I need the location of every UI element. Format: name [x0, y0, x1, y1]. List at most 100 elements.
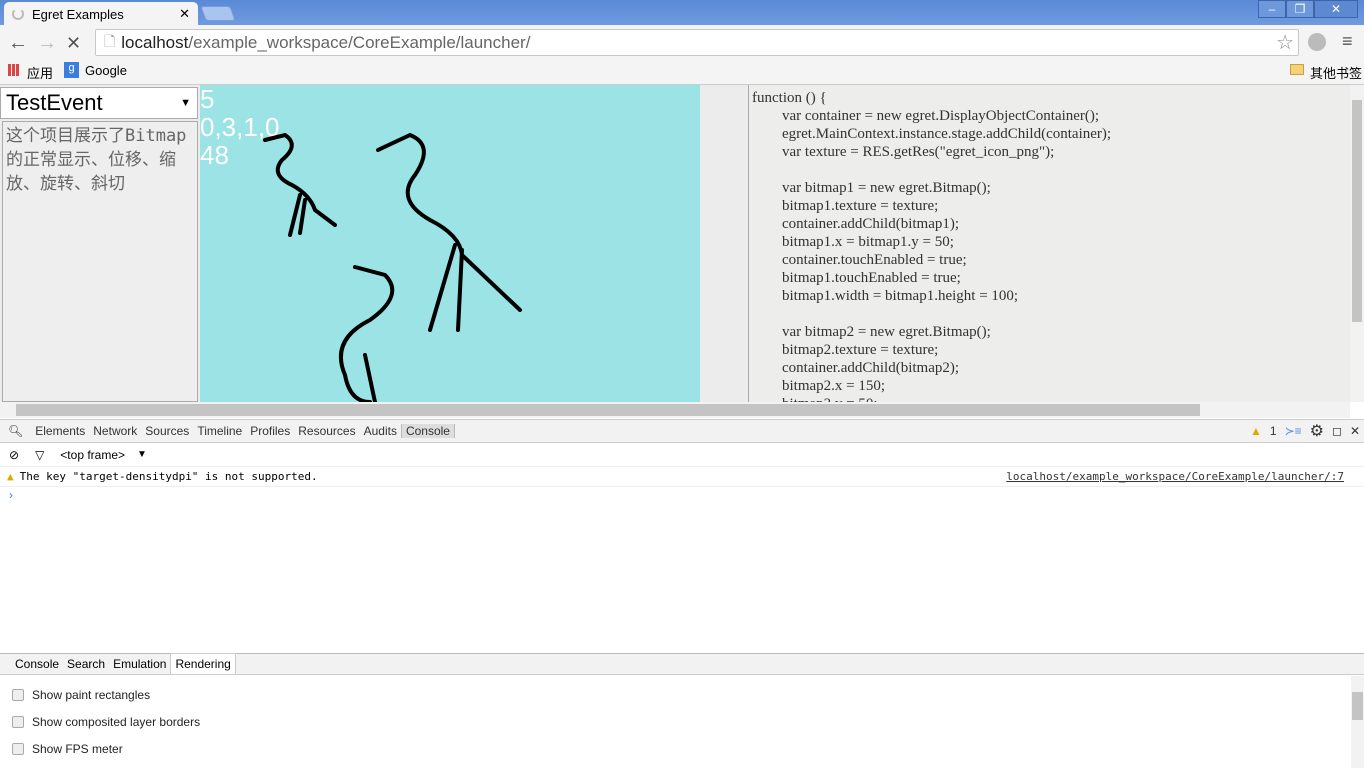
option-paint-rectangles[interactable]: Show paint rectangles	[12, 688, 150, 702]
horizontal-scrollbar[interactable]	[0, 402, 1350, 418]
tab-title: Egret Examples	[32, 6, 124, 22]
loading-icon	[12, 8, 24, 20]
code-line: function () {	[752, 90, 827, 106]
drawer-tab-console[interactable]: Console	[11, 657, 63, 671]
description-box[interactable]: 这个项目展示了Bitmap的正常显示、位移、缩放、旋转、斜切	[2, 121, 198, 402]
page-icon: 🗋	[104, 32, 116, 49]
drawer-tab-emulation[interactable]: Emulation	[109, 657, 170, 671]
globe-icon[interactable]	[1308, 33, 1326, 51]
minimize-button[interactable]: –	[1258, 0, 1286, 18]
drawer-toggle-icon[interactable]: ≻≡	[1281, 424, 1306, 438]
bookmarks-bar: 应用 g Google 其他书签	[0, 58, 1364, 85]
address-bar[interactable]: 🗋 localhost/example_workspace/CoreExampl…	[95, 29, 1299, 56]
clear-console-icon[interactable]: ⊘	[9, 448, 19, 462]
close-tab-icon[interactable]: ✕	[179, 6, 190, 22]
console-prompt[interactable]: ›	[9, 488, 13, 502]
restore-button[interactable]: ❐	[1286, 0, 1314, 18]
code-line: var bitmap1 = new egret.Bitmap();	[752, 180, 991, 196]
back-icon[interactable]: ←	[8, 32, 28, 55]
vertical-scrollbar[interactable]	[1350, 85, 1364, 402]
game-canvas[interactable]: 5 0,3,1,0 48	[200, 85, 700, 402]
tab-profiles[interactable]: Profiles	[246, 424, 294, 438]
warning-count[interactable]: 1	[1266, 424, 1281, 438]
scroll-thumb[interactable]	[1352, 692, 1363, 720]
message-text: The key "target-densitydpi" is not suppo…	[19, 470, 318, 483]
code-viewer[interactable]: function () { var container = new egret.…	[748, 85, 1350, 402]
menu-icon[interactable]: ≡	[1342, 31, 1353, 52]
example-select[interactable]: TestEvent ▼	[0, 87, 198, 119]
code-line: bitmap1.width = bitmap1.height = 100;	[752, 288, 1019, 304]
code-line: egret.MainContext.instance.stage.addChil…	[752, 126, 1112, 142]
tab-resources[interactable]: Resources	[294, 424, 359, 438]
dock-icon[interactable]: ◻	[1328, 424, 1346, 438]
checkbox[interactable]	[12, 689, 24, 701]
tab-sources[interactable]: Sources	[141, 424, 193, 438]
egret-bitmaps	[263, 132, 522, 402]
bookmark-apps[interactable]: 应用	[27, 63, 53, 82]
google-icon: g	[64, 62, 79, 78]
option-layer-borders[interactable]: Show composited layer borders	[12, 715, 200, 729]
close-window-button[interactable]: ✕	[1314, 0, 1358, 18]
drawer-tabs: Console Search Emulation Rendering	[0, 653, 1364, 675]
code-line: bitmap1.texture = texture;	[752, 198, 939, 214]
new-tab-button[interactable]	[200, 6, 236, 21]
code-line: var container = new egret.DisplayObjectC…	[752, 108, 1100, 124]
bookmark-google[interactable]: Google	[85, 63, 127, 78]
code-line: bitmap2.y = 50;	[752, 395, 1350, 402]
other-bookmarks[interactable]: 其他书签	[1310, 63, 1362, 82]
tab-timeline[interactable]: Timeline	[193, 424, 246, 438]
tab-network[interactable]: Network	[89, 424, 141, 438]
scroll-thumb[interactable]	[16, 404, 1200, 416]
frame-select[interactable]: <top frame>	[60, 448, 125, 462]
egret-bird-1	[263, 132, 337, 237]
code-line: container.touchEnabled = true;	[752, 252, 967, 268]
code-line: var bitmap2 = new egret.Bitmap();	[752, 324, 991, 340]
tab-audits[interactable]: Audits	[360, 424, 401, 438]
drawer-scrollbar[interactable]	[1351, 676, 1364, 768]
option-label: Show FPS meter	[32, 742, 123, 756]
message-source-link[interactable]: localhost/example_workspace/CoreExample/…	[1006, 470, 1344, 483]
egret-bird-2	[376, 132, 522, 332]
code-line: container.addChild(bitmap1);	[752, 216, 960, 232]
tab-elements[interactable]: Elements	[31, 424, 89, 438]
folder-icon	[1290, 64, 1304, 75]
close-devtools-icon[interactable]: ✕	[1346, 424, 1364, 438]
browser-tab[interactable]: Egret Examples ✕	[4, 2, 198, 26]
checkbox[interactable]	[12, 743, 24, 755]
option-label: Show paint rectangles	[32, 688, 151, 702]
console-toolbar: ⊘ ▽ <top frame> ▼	[0, 443, 1364, 467]
code-line: bitmap1.touchEnabled = true;	[752, 270, 961, 286]
warning-icon: ▲	[7, 470, 14, 483]
forward-icon[interactable]: →	[37, 32, 57, 55]
stop-icon[interactable]: ✕	[66, 33, 81, 54]
tab-console[interactable]: Console	[400, 424, 455, 438]
url-path: /example_workspace/CoreExample/launcher/	[188, 32, 531, 52]
option-fps-meter[interactable]: Show FPS meter	[12, 742, 123, 756]
page-content: TestEvent ▼ 这个项目展示了Bitmap的正常显示、位移、缩放、旋转、斜…	[0, 85, 1364, 402]
checkbox[interactable]	[12, 716, 24, 728]
apps-icon	[8, 64, 20, 76]
warning-icon[interactable]: ▲	[1246, 424, 1266, 438]
devtools-toolbar: 🔍︎ Elements Network Sources Timeline Pro…	[0, 419, 1364, 443]
code-line: container.addChild(bitmap2);	[752, 360, 960, 376]
code-line: var texture = RES.getRes("egret_icon_png…	[752, 144, 1055, 160]
option-label: Show composited layer borders	[32, 715, 201, 729]
drawer-tab-search[interactable]: Search	[63, 657, 109, 671]
code-line: bitmap2.texture = texture;	[752, 342, 939, 358]
search-icon[interactable]: 🔍︎	[0, 424, 31, 438]
drawer-tab-rendering[interactable]: Rendering	[170, 653, 236, 675]
egret-bird-3	[339, 265, 395, 402]
settings-icon[interactable]: ⚙	[1306, 421, 1328, 441]
frame-dropdown-icon[interactable]: ▼	[137, 449, 147, 460]
star-icon[interactable]: ☆	[1276, 30, 1294, 55]
url-host: localhost	[121, 32, 189, 52]
filter-icon[interactable]: ▽	[35, 448, 44, 462]
code-line: bitmap2.x = 150;	[752, 378, 886, 394]
code-line: bitmap1.x = bitmap1.y = 50;	[752, 234, 954, 250]
dropdown-arrow-icon: ▼	[180, 97, 191, 109]
select-value: TestEvent	[6, 90, 103, 115]
console-message: ▲ The key "target-densitydpi" is not sup…	[0, 467, 1364, 487]
scroll-thumb[interactable]	[1352, 100, 1362, 322]
